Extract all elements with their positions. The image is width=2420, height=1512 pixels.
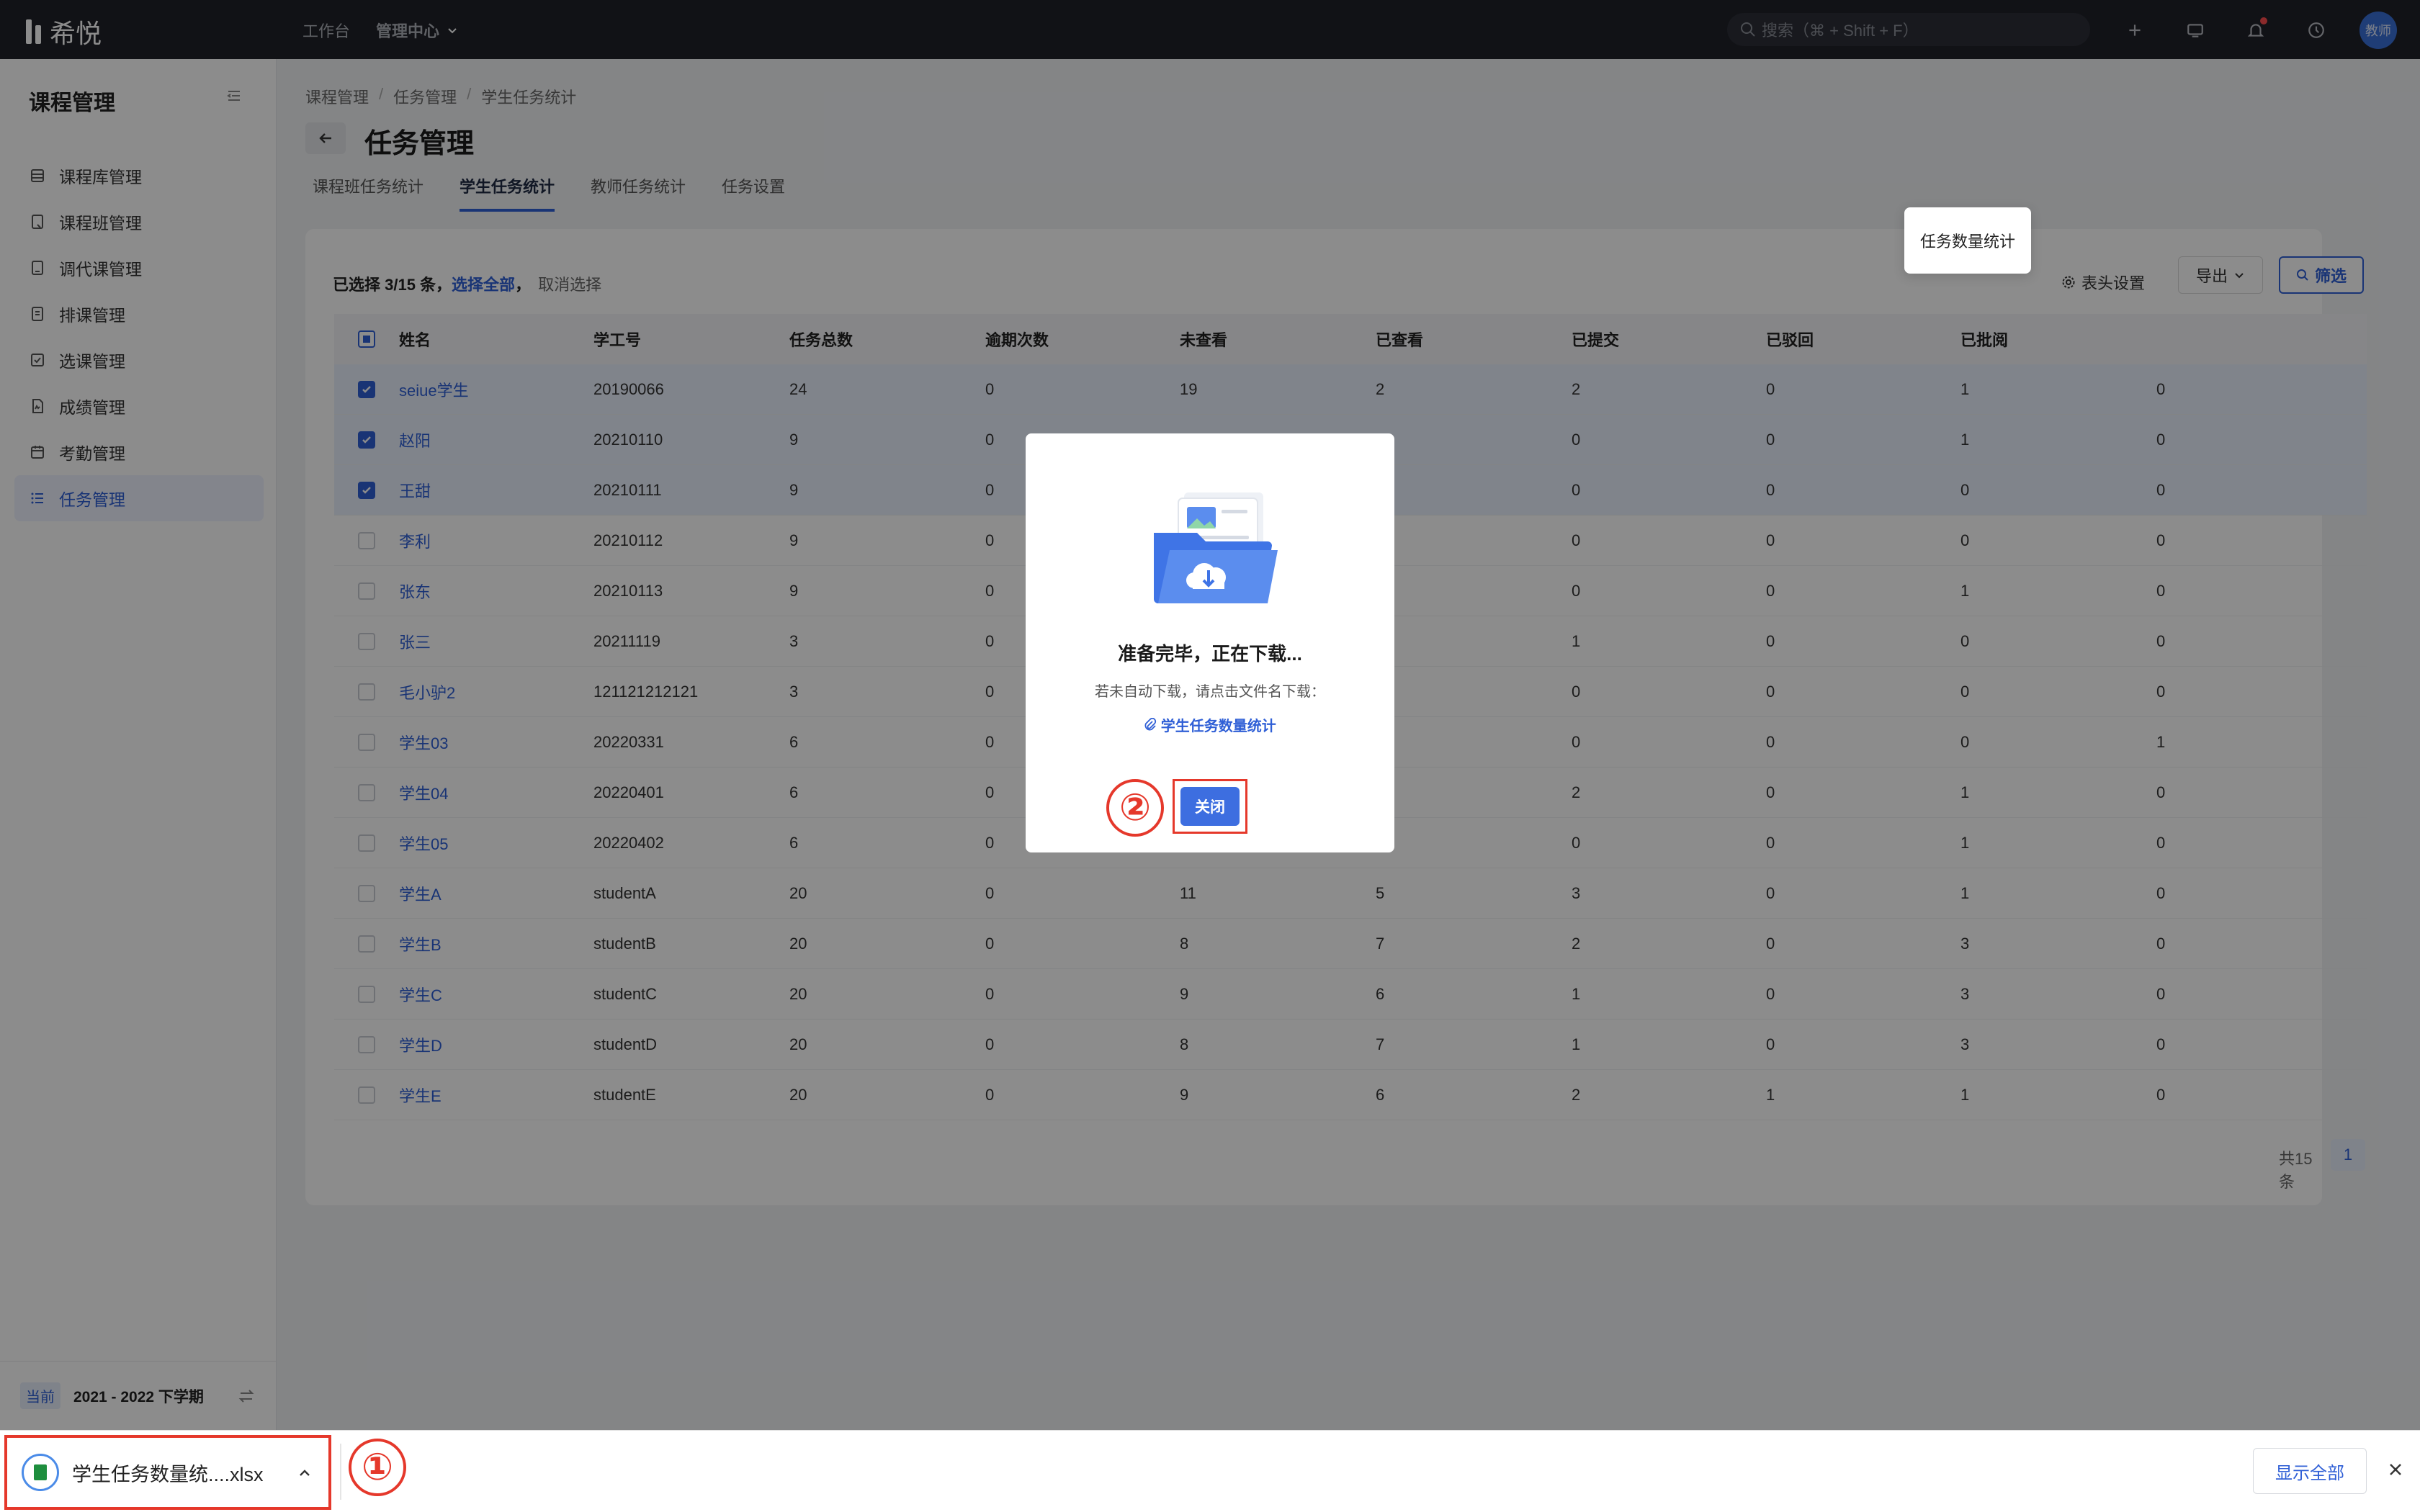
xlsx-file-icon (22, 1454, 59, 1491)
download-file-link-label: 学生任务数量统计 (1160, 719, 1276, 734)
modal-title: 准备完毕，正在下载... (1118, 643, 1302, 665)
folder-download-icon (1154, 492, 1278, 603)
paperclip-icon (1144, 717, 1157, 731)
download-divider (340, 1444, 341, 1500)
download-filename: 学生任务数量统....xlsx (72, 1463, 264, 1485)
show-all-button[interactable]: 显示全部 (2253, 1448, 2367, 1494)
close-button-highlight: 关闭 (1173, 779, 1247, 834)
modal-subtitle: 若未自动下载，请点击文件名下载： (1095, 684, 1325, 700)
export-menu-item-task-count[interactable]: 任务数量统计 (1904, 207, 2031, 274)
close-icon[interactable] (2383, 1457, 2408, 1482)
step-2-callout: ② (1106, 779, 1164, 837)
download-modal: 准备完毕，正在下载... 若未自动下载，请点击文件名下载： 学生任务数量统计 关… (1026, 433, 1394, 852)
chevron-up-icon[interactable] (297, 1465, 313, 1481)
download-file-link[interactable]: 学生任务数量统计 (1026, 714, 1394, 735)
step-1-callout: ① (349, 1439, 406, 1496)
close-button[interactable]: 关闭 (1180, 787, 1240, 826)
download-item[interactable]: 学生任务数量统....xlsx (4, 1435, 331, 1510)
